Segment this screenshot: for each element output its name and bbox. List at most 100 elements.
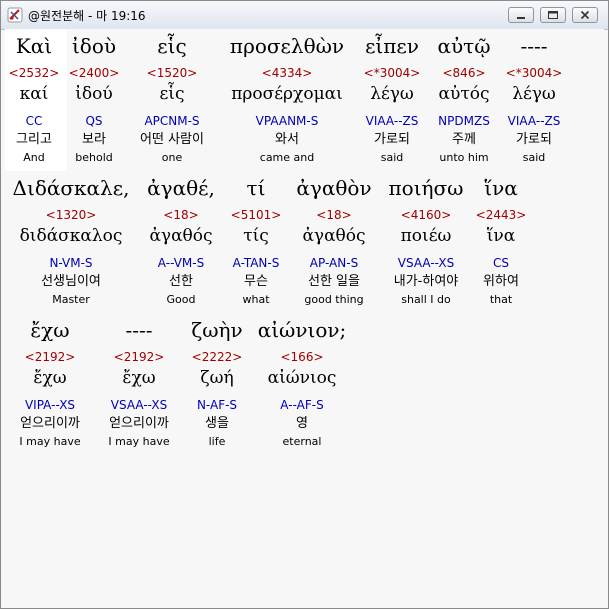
lemma: εἷς: [159, 84, 185, 104]
strong-number[interactable]: <*3004>: [364, 67, 421, 79]
strong-number[interactable]: <2192>: [114, 351, 165, 363]
strong-number[interactable]: <5101>: [231, 209, 282, 221]
strong-number[interactable]: <2400>: [69, 67, 120, 79]
english-gloss: I may have: [19, 435, 81, 448]
korean-gloss: 내가-하여야: [393, 274, 459, 289]
english-gloss: eternal: [282, 435, 322, 448]
korean-gloss: 어떤 사람이: [140, 132, 204, 147]
close-icon: [580, 10, 590, 20]
greek-word: Καὶ: [15, 34, 53, 58]
strong-number[interactable]: <846>: [442, 67, 485, 79]
strong-number[interactable]: <*3004>: [506, 67, 563, 79]
title-bar[interactable]: @원전분해 - 마 19:16: [1, 1, 608, 30]
lemma: ἀγαθός: [302, 226, 366, 246]
greek-word: ----: [125, 318, 153, 342]
lemma: ποιέω: [400, 226, 452, 246]
greek-word: ποιήσω: [388, 176, 464, 200]
korean-gloss: 위하여: [483, 274, 519, 289]
lemma: λέγω: [370, 84, 414, 104]
greek-word: εἶπεν: [365, 34, 419, 58]
english-gloss: one: [161, 151, 183, 164]
greek-word: ἀγαθέ,: [147, 176, 215, 200]
korean-gloss: 얻으리이까: [109, 416, 169, 431]
korean-gloss: 선생님이여: [41, 274, 101, 289]
english-gloss: Master: [52, 293, 90, 306]
english-gloss: behold: [75, 151, 113, 164]
lemma: καί: [19, 84, 49, 104]
lemma: προσέρχομαι: [231, 84, 343, 104]
korean-gloss: 생을: [205, 416, 229, 431]
maximize-button[interactable]: [540, 7, 566, 23]
strong-number[interactable]: <166>: [280, 351, 323, 363]
lemma: ἔχω: [122, 368, 156, 388]
parsing-code: NPDMZS: [438, 114, 490, 128]
strong-number[interactable]: <2532>: [9, 67, 60, 79]
english-gloss: shall I do: [401, 293, 451, 306]
greek-word: αἰώνιον;: [257, 318, 347, 342]
parsing-code: N-AF-S: [196, 398, 238, 412]
greek-word: εἷς: [157, 34, 187, 58]
korean-gloss: 가로되: [516, 132, 552, 147]
lemma: διδάσκαλος: [19, 226, 123, 246]
parsing-code: CS: [493, 256, 509, 270]
minimize-icon: [517, 17, 525, 19]
greek-word: ----: [520, 34, 548, 58]
lemma: ἰδού: [75, 84, 113, 104]
parsing-code: VPAANM-S: [255, 114, 319, 128]
strong-number[interactable]: <2222>: [192, 351, 243, 363]
korean-gloss: 가로되: [374, 132, 410, 147]
korean-gloss: 주께: [452, 132, 476, 147]
english-gloss: said: [380, 151, 404, 164]
parsing-code: QS: [85, 114, 103, 128]
english-gloss: that: [489, 293, 513, 306]
lemma: ἵνα: [486, 226, 516, 246]
english-gloss: said: [522, 151, 546, 164]
strong-number[interactable]: <4160>: [401, 209, 452, 221]
minimize-button[interactable]: [508, 7, 534, 23]
strong-number[interactable]: <1520>: [147, 67, 198, 79]
greek-word: τί: [246, 176, 266, 200]
parsing-code: N-VM-S: [49, 256, 93, 270]
strong-number[interactable]: <2443>: [476, 209, 527, 221]
strong-number[interactable]: <18>: [163, 209, 198, 221]
english-gloss: I may have: [108, 435, 170, 448]
greek-word: αὐτῷ: [437, 34, 491, 58]
korean-gloss: 얻으리이까: [20, 416, 80, 431]
english-gloss: what: [242, 293, 270, 306]
lemma: αὐτός: [438, 84, 490, 104]
lemma: αἰώνιος: [267, 368, 337, 388]
lemma: τίς: [243, 226, 269, 246]
lemma: ζωή: [200, 368, 234, 388]
greek-word: ζωὴν: [191, 318, 243, 342]
parsing-code: A--AF-S: [280, 398, 324, 412]
lemma: ἔχω: [33, 368, 67, 388]
korean-gloss: 선한 일을: [308, 274, 360, 289]
app-window: @원전분해 - 마 19:16 Καὶ <2532> καί CC 그리고 An…: [0, 0, 609, 609]
korean-gloss: 선한: [169, 274, 193, 289]
greek-word: ἰδοὺ: [71, 34, 117, 58]
app-icon[interactable]: [7, 7, 23, 23]
close-button[interactable]: [572, 7, 598, 23]
greek-word: Διδάσκαλε,: [12, 176, 130, 200]
parsing-code: CC: [25, 114, 43, 128]
greek-word: προσελθὼν: [229, 34, 345, 58]
korean-gloss: 무슨: [244, 274, 268, 289]
parsing-code: APCNM-S: [144, 114, 200, 128]
strong-number[interactable]: <4334>: [262, 67, 313, 79]
strong-number[interactable]: <18>: [316, 209, 351, 221]
korean-gloss: 영: [296, 416, 308, 431]
parsing-code: AP-AN-S: [309, 256, 359, 270]
lemma: λέγω: [512, 84, 556, 104]
strong-number[interactable]: <2192>: [25, 351, 76, 363]
korean-gloss: 와서: [275, 132, 299, 147]
parsing-code: VIAA--ZS: [507, 114, 561, 128]
korean-gloss: 보라: [82, 132, 106, 147]
lemma: ἀγαθός: [149, 226, 213, 246]
parsing-code: VSAA--XS: [397, 256, 455, 270]
maximize-icon: [548, 11, 558, 19]
parsing-code: VSAA--XS: [110, 398, 168, 412]
greek-word: ἔχω: [30, 318, 70, 342]
parsing-code: A-TAN-S: [232, 256, 280, 270]
strong-number[interactable]: <1320>: [46, 209, 97, 221]
greek-word: ἀγαθὸν: [296, 176, 372, 200]
